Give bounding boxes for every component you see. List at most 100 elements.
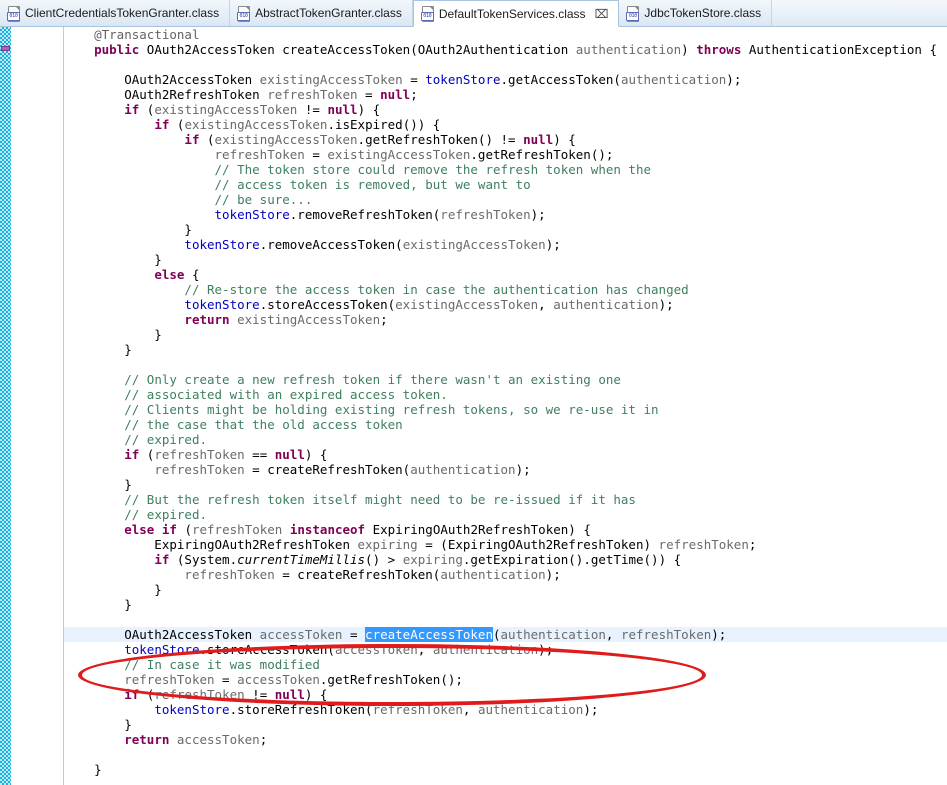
code-line[interactable]: 109 if (refreshToken == null) {	[0, 447, 947, 462]
code-line-text: // In case it was modified	[124, 657, 320, 672]
code-editor[interactable]: 81 @Transactional82 public OAuth2AccessT…	[0, 27, 947, 785]
code-line-text: // Re-store the access token in case the…	[184, 282, 689, 297]
code-line[interactable]: 121 OAuth2AccessToken accessToken = crea…	[0, 627, 947, 642]
code-line[interactable]: 89 refreshToken = existingAccessToken.ge…	[0, 147, 947, 162]
code-line[interactable]: 111 }	[0, 477, 947, 492]
tab-bar-filler	[772, 0, 947, 26]
code-line[interactable]: 104 // Only create a new refresh token i…	[0, 372, 947, 387]
code-line-text: // expired.	[124, 507, 208, 522]
annotation-marker-icon[interactable]	[1, 46, 10, 51]
code-line[interactable]: 116 if (System.currentTimeMillis() > exp…	[0, 552, 947, 567]
editor-tab-3[interactable]: 010 JdbcTokenStore.class	[619, 0, 773, 26]
code-line[interactable]: 83	[0, 57, 947, 72]
class-file-icon: 010	[7, 5, 20, 22]
editor-tab-label: DefaultTokenServices.class	[438, 6, 586, 21]
code-line[interactable]: 94 }	[0, 222, 947, 237]
code-line[interactable]: 113 // expired.	[0, 507, 947, 522]
code-line[interactable]: 93 tokenStore.removeRefreshToken(refresh…	[0, 207, 947, 222]
code-line[interactable]: 112 // But the refresh token itself migh…	[0, 492, 947, 507]
code-line-text: }	[64, 252, 162, 267]
code-line[interactable]: 97 else {	[0, 267, 947, 282]
code-line-text: }	[64, 597, 132, 612]
code-line[interactable]: 108 // expired.	[0, 432, 947, 447]
code-line[interactable]: 88 if (existingAccessToken.getRefreshTok…	[0, 132, 947, 147]
code-line[interactable]: 103	[0, 357, 947, 372]
code-line[interactable]: 98 // Re-store the access token in case …	[0, 282, 947, 297]
code-line-text: tokenStore.storeAccessToken(accessToken,…	[124, 642, 554, 657]
code-line-text: // be sure...	[214, 192, 313, 207]
code-line[interactable]: 92 // be sure...	[0, 192, 947, 207]
code-line-text: OAuth2RefreshToken refreshToken = null;	[64, 87, 418, 102]
editor-tab-bar: 010 ClientCredentialsTokenGranter.class 01…	[0, 0, 947, 27]
code-line-text: }	[64, 477, 132, 492]
annotation-ruler[interactable]	[0, 27, 11, 785]
class-file-icon: 010	[237, 5, 251, 22]
code-line[interactable]: 128 return accessToken;	[0, 732, 947, 747]
code-line[interactable]: 105 // associated with an expired access…	[0, 387, 947, 402]
close-icon[interactable]: ⌧	[595, 8, 609, 20]
code-line-text: if (existingAccessToken != null) {	[124, 102, 381, 117]
code-line-text: OAuth2AccessToken accessToken = createAc…	[64, 627, 727, 642]
code-line[interactable]: 127 }	[0, 717, 947, 732]
code-line[interactable]: 125 if (refreshToken != null) {	[0, 687, 947, 702]
code-line-text: tokenStore.storeRefreshToken(refreshToke…	[154, 702, 599, 717]
code-line-text: return existingAccessToken;	[184, 312, 388, 327]
code-lines: 81 @Transactional82 public OAuth2AccessT…	[0, 27, 947, 785]
code-line-text: if (System.currentTimeMillis() > expirin…	[154, 552, 682, 567]
code-line[interactable]: 84 OAuth2AccessToken existingAccessToken…	[0, 72, 947, 87]
code-line[interactable]: 90 // The token store could remove the r…	[0, 162, 947, 177]
code-line[interactable]: 130 }	[0, 762, 947, 777]
code-line[interactable]: 81 @Transactional	[0, 27, 947, 42]
code-line[interactable]: 96 }	[0, 252, 947, 267]
code-line-text: ExpiringOAuth2RefreshToken expiring = (E…	[64, 537, 757, 552]
code-line-text: OAuth2AccessToken existingAccessToken = …	[64, 72, 742, 87]
code-line[interactable]: 126 tokenStore.storeRefreshToken(refresh…	[0, 702, 947, 717]
code-line-text: else if (refreshToken instanceof Expirin…	[124, 522, 591, 537]
code-line[interactable]: 110 refreshToken = createRefreshToken(au…	[0, 462, 947, 477]
code-line[interactable]: 102 }	[0, 342, 947, 357]
code-line[interactable]: 86 if (existingAccessToken != null) {	[0, 102, 947, 117]
code-line-text: }	[64, 342, 132, 357]
editor-tab-1[interactable]: 010 AbstractTokenGranter.class	[230, 0, 413, 26]
code-line-text: if (existingAccessToken.getRefreshToken(…	[184, 132, 576, 147]
code-line-text: }	[64, 222, 192, 237]
code-line[interactable]: 99 tokenStore.storeAccessToken(existingA…	[0, 297, 947, 312]
code-line-text: tokenStore.removeAccessToken(existingAcc…	[184, 237, 561, 252]
code-line[interactable]: 100 return existingAccessToken;	[0, 312, 947, 327]
editor-tab-label: AbstractTokenGranter.class	[255, 6, 402, 20]
code-line[interactable]: 106 // Clients might be holding existing…	[0, 402, 947, 417]
code-line[interactable]: 101 }	[0, 327, 947, 342]
code-line[interactable]: 87 if (existingAccessToken.isExpired()) …	[0, 117, 947, 132]
code-line-text: public OAuth2AccessToken createAccessTok…	[94, 42, 938, 57]
code-line[interactable]: 131	[0, 777, 947, 785]
code-line[interactable]: 117 refreshToken = createRefreshToken(au…	[0, 567, 947, 582]
code-line[interactable]: 107 // the case that the old access toke…	[0, 417, 947, 432]
code-line-text: }	[64, 762, 102, 777]
code-line[interactable]: 120	[0, 612, 947, 627]
editor-tab-0[interactable]: 010 ClientCredentialsTokenGranter.class	[0, 0, 231, 26]
code-line[interactable]: 85 OAuth2RefreshToken refreshToken = nul…	[0, 87, 947, 102]
code-line[interactable]: 129	[0, 747, 947, 762]
code-line[interactable]: 119 }	[0, 597, 947, 612]
code-line[interactable]: 118 }	[0, 582, 947, 597]
code-line-text: // The token store could remove the refr…	[214, 162, 652, 177]
code-line-text: if (existingAccessToken.isExpired()) {	[154, 117, 441, 132]
code-line[interactable]: 95 tokenStore.removeAccessToken(existing…	[0, 237, 947, 252]
editor-tab-label: JdbcTokenStore.class	[644, 6, 762, 20]
code-line[interactable]: 115 ExpiringOAuth2RefreshToken expiring …	[0, 537, 947, 552]
code-line[interactable]: 123 // In case it was modified	[0, 657, 947, 672]
code-line-text: // expired.	[124, 432, 208, 447]
code-line[interactable]: 114 else if (refreshToken instanceof Exp…	[0, 522, 947, 537]
code-line-text: refreshToken = createRefreshToken(authen…	[184, 567, 561, 582]
editor-tab-2[interactable]: 010 DefaultTokenServices.class ⌧	[412, 0, 620, 27]
code-line[interactable]: 122 tokenStore.storeAccessToken(accessTo…	[0, 642, 947, 657]
code-line[interactable]: 82 public OAuth2AccessToken createAccess…	[0, 42, 947, 57]
code-line[interactable]: 124 refreshToken = accessToken.getRefres…	[0, 672, 947, 687]
code-line-text: tokenStore.removeRefreshToken(refreshTok…	[214, 207, 546, 222]
code-line[interactable]: 91 // access token is removed, but we wa…	[0, 177, 947, 192]
code-line-text: if (refreshToken != null) {	[124, 687, 328, 702]
code-line-text: // Clients might be holding existing ref…	[124, 402, 659, 417]
code-line-text: @Transactional	[94, 27, 200, 42]
code-line-text: // access token is removed, but we want …	[214, 177, 531, 192]
code-line-text: tokenStore.storeAccessToken(existingAcce…	[184, 297, 674, 312]
